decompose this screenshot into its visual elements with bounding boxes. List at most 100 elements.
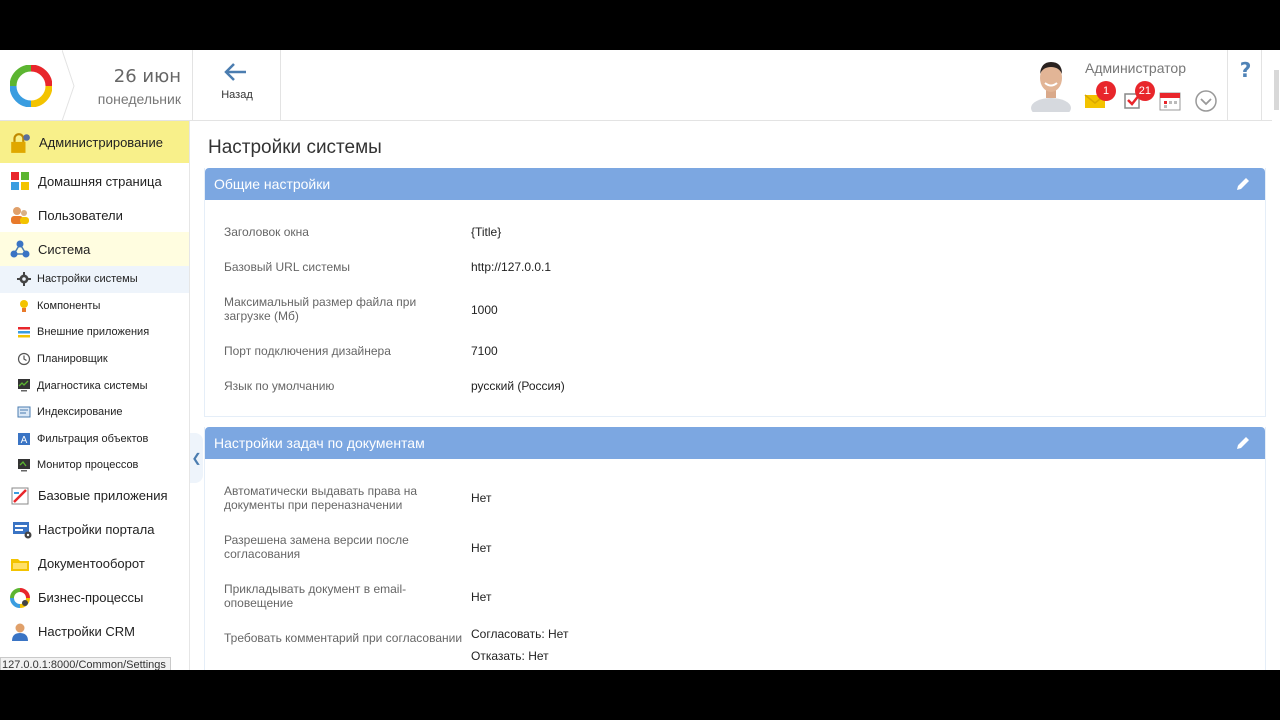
sidebar-item-scheduler[interactable]: Планировщик — [0, 346, 189, 373]
sidebar-item-label: Планировщик — [37, 353, 108, 366]
sidebar-item-administration[interactable]: Администрирование — [0, 121, 189, 163]
messages-badge: 1 — [1096, 81, 1116, 101]
sidebar-item-label: Диагностика системы — [37, 379, 148, 392]
sidebar-collapse-toggle[interactable]: ❮ — [190, 433, 203, 483]
setting-value: {Title} — [471, 225, 502, 239]
question-icon: ? — [1239, 58, 1252, 82]
calendar-icon — [1159, 92, 1181, 111]
components-icon — [20, 299, 28, 312]
sidebar-item-label: Настройки портала — [38, 522, 155, 538]
setting-key: Требовать комментарий при согласовании — [224, 631, 463, 645]
sidebar-item-indexing[interactable]: Индексирование — [0, 399, 189, 426]
date-weekday: понедельник — [97, 91, 181, 107]
page-title: Настройки системы — [208, 137, 382, 158]
date-block: 26 июн понедельник — [62, 50, 193, 121]
page-scrollbar[interactable] — [1272, 50, 1280, 670]
panel-header: Настройки задач по документам — [205, 427, 1265, 459]
arrow-left-icon — [224, 63, 246, 81]
filter-icon: A — [18, 432, 30, 446]
index-icon — [17, 406, 31, 418]
setting-value: 1000 — [471, 303, 498, 317]
folder-icon — [11, 558, 29, 571]
sidebar-item-business-processes[interactable]: Бизнес-процессы — [0, 581, 189, 615]
sidebar-item-process-monitor[interactable]: Монитор процессов — [0, 452, 189, 479]
setting-value: Нет — [471, 590, 492, 604]
sidebar-item-label: Администрирование — [39, 134, 163, 150]
setting-key: Максимальный размер файла при загрузке (… — [224, 295, 417, 323]
sidebar-item-label: Монитор процессов — [37, 459, 139, 472]
status-bar-url: 127.0.0.1:8000/Common/Settings — [0, 657, 171, 670]
sidebar-item-label: Бизнес-процессы — [38, 590, 144, 606]
sidebar-item-label: Пользователи — [38, 207, 123, 223]
setting-value: 7100 — [471, 344, 498, 358]
business-process-icon — [10, 587, 30, 608]
sidebar-item-document-flow[interactable]: Документооборот — [0, 547, 189, 581]
chevron-left-icon: ❮ — [191, 451, 202, 465]
users-icon — [11, 207, 29, 224]
messages-button[interactable]: 1 — [1084, 81, 1116, 112]
gear-icon — [17, 272, 31, 286]
setting-key: Заголовок окна — [224, 225, 309, 239]
chevron-separator-icon — [62, 50, 75, 121]
monitor-icon — [18, 459, 30, 472]
scrollbar-thumb[interactable] — [1274, 70, 1279, 110]
setting-key: Порт подключения дизайнера — [224, 344, 391, 358]
sidebar-item-label: Базовые приложения — [38, 488, 168, 504]
tasks-badge: 21 — [1134, 81, 1155, 101]
setting-value: Согласовать: Нет — [471, 627, 569, 641]
setting-value: Нет — [471, 491, 492, 505]
chevron-down-circle-icon — [1195, 90, 1217, 112]
back-label: Назад — [221, 89, 253, 101]
sidebar-item-label: Фильтрация объектов — [37, 432, 149, 445]
portal-settings-icon — [13, 521, 32, 539]
logo-ring-icon — [10, 64, 52, 107]
app-window: 26 июн понедельник Назад Администратор 1… — [0, 50, 1280, 670]
document-tasks-settings-panel: Настройки задач по документам Автоматиче… — [204, 427, 1266, 670]
sidebar-item-diagnostics[interactable]: Диагностика системы — [0, 372, 189, 399]
admin-lock-icon — [11, 133, 30, 153]
sidebar-item-label: Компоненты — [37, 299, 101, 312]
base-apps-icon — [11, 487, 29, 505]
setting-value: http://127.0.0.1 — [471, 260, 552, 274]
clock-icon — [17, 352, 31, 365]
general-settings-panel: Общие настройки Заголовок окна {Title} Б… — [204, 168, 1266, 417]
user-name[interactable]: Администратор — [1085, 60, 1186, 76]
system-network-icon — [10, 240, 30, 258]
setting-value: Нет — [471, 541, 492, 555]
setting-value-secondary: Отказать: Нет — [471, 649, 549, 663]
home-tiles-icon — [11, 172, 29, 190]
tasks-button[interactable]: 21 — [1123, 81, 1155, 112]
setting-key: Базовый URL системы — [224, 260, 350, 274]
sidebar-item-base-apps[interactable]: Базовые приложения — [0, 479, 189, 513]
setting-value: русский (Россия) — [471, 379, 565, 393]
sidebar-item-label: Индексирование — [37, 406, 123, 419]
external-apps-icon — [18, 327, 30, 338]
sidebar-item-components[interactable]: Компоненты — [0, 293, 189, 320]
calendar-button[interactable] — [1158, 88, 1184, 112]
setting-key: Разрешена замена версии после согласован… — [224, 533, 409, 561]
sidebar-item-label: Документооборот — [38, 556, 145, 572]
sidebar-item-external-apps[interactable]: Внешние приложения — [0, 319, 189, 346]
pencil-edit-icon[interactable] — [1235, 176, 1251, 192]
app-logo[interactable] — [0, 50, 62, 121]
user-menu-toggle[interactable] — [1194, 88, 1220, 112]
sidebar-item-system-settings[interactable]: Настройки системы — [0, 266, 189, 293]
avatar[interactable] — [1029, 58, 1073, 112]
sidebar: Администрирование Домашняя страница Поль… — [0, 121, 203, 670]
sidebar-item-system[interactable]: Система — [0, 232, 189, 266]
panel-title: Общие настройки — [214, 176, 331, 192]
sidebar-item-object-filtering[interactable]: A Фильтрация объектов — [0, 426, 189, 453]
panel-header: Общие настройки — [205, 168, 1265, 200]
sidebar-item-label: Внешние приложения — [37, 326, 150, 339]
date-day: 26 июн — [113, 66, 181, 87]
svg-text:A: A — [21, 435, 28, 446]
sidebar-item-home[interactable]: Домашняя страница — [0, 164, 189, 198]
help-button[interactable]: ? — [1230, 50, 1262, 121]
setting-key: Прикладывать документ в email-оповещение — [224, 582, 407, 610]
sidebar-item-portal-settings[interactable]: Настройки портала — [0, 513, 189, 547]
sidebar-item-users[interactable]: Пользователи — [0, 198, 189, 232]
pencil-edit-icon[interactable] — [1235, 435, 1251, 451]
diagnostics-icon — [18, 379, 30, 392]
sidebar-item-crm-settings[interactable]: Настройки CRM — [0, 615, 189, 649]
back-button[interactable]: Назад — [193, 50, 281, 121]
